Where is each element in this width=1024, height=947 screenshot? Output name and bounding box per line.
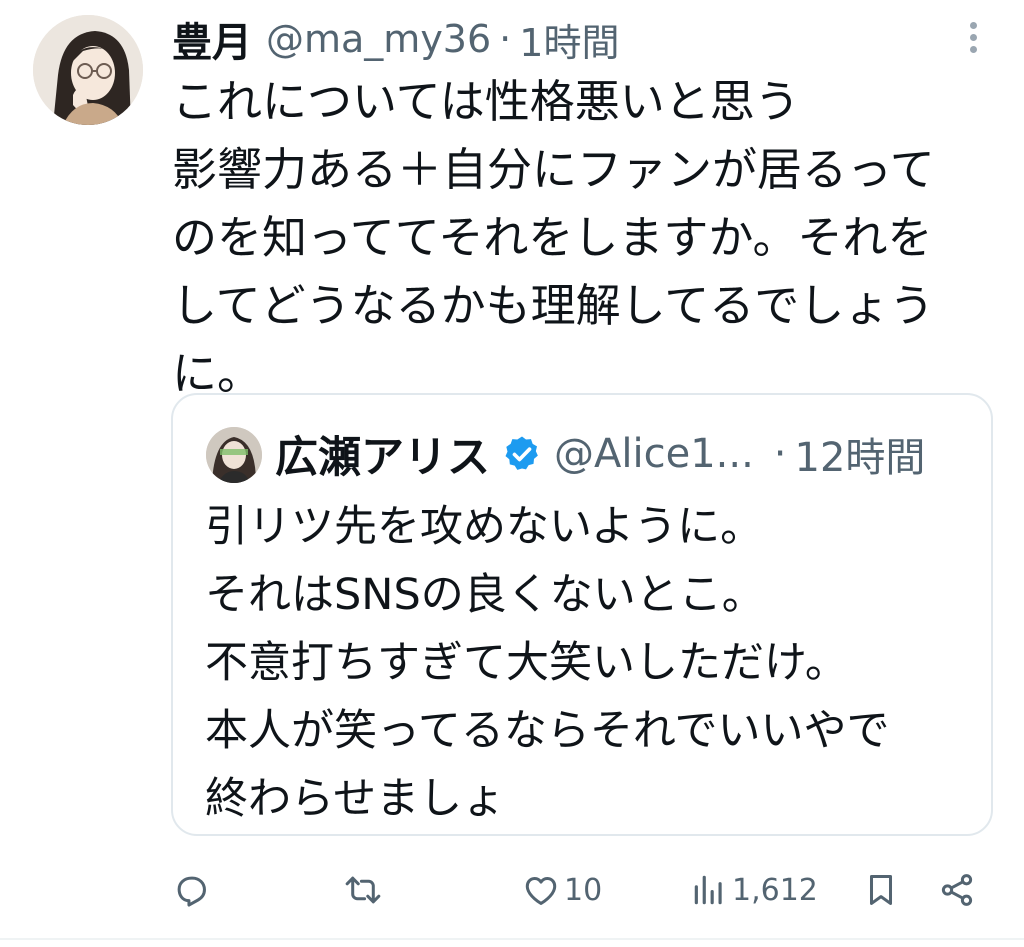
tweet-header: 豊月 @ma_my36 · 1時間 [172,10,619,68]
quoted-author-handle: @Alice1... [554,431,754,477]
header-separator: · [499,17,512,61]
author-handle[interactable]: @ma_my36 [266,17,491,61]
quoted-tweet-header: 広瀬アリス @Alice1... · 12時間 [275,421,925,487]
quoted-tweet[interactable]: 広瀬アリス @Alice1... · 12時間 引リツ先を攻めないように。 それ… [171,393,993,836]
tweet-text: これについては性格悪いと思う 影響力ある＋自分にファンが居るって のを知っててそ… [172,68,972,408]
like-button[interactable]: 10 [522,860,602,920]
quoted-text-line: それはSNSの良くないとこ。 [205,570,765,620]
share-icon [941,874,973,906]
heart-icon [525,876,557,905]
views-button[interactable]: 1,612 [690,860,818,920]
tweet-action-bar: 10 1,612 [0,860,1024,920]
tweet-text-line: 影響力ある＋自分にファンが居るって [172,143,935,196]
tweet-divider [0,938,1024,940]
tweet-text-line: これについては性格悪いと思う [172,75,800,128]
more-options-icon[interactable] [958,18,988,58]
retweet-button[interactable] [344,860,382,920]
author-avatar[interactable] [33,15,143,125]
views-icon [694,875,722,905]
quoted-text-line: 引リツ先を攻めないように。 [205,502,764,552]
verified-badge-icon [505,436,538,470]
reply-icon [177,876,206,907]
quoted-author-display-name: 広瀬アリス [275,433,490,483]
quoted-tweet-text: 引リツ先を攻めないように。 それはSNSの良くないとこ。 不意打ちすぎて大笑いし… [205,493,975,833]
reply-button[interactable] [172,860,210,920]
like-count: 10 [564,872,603,908]
quoted-header-separator: · [773,431,787,477]
quoted-tweet-timestamp: 12時間 [794,435,926,481]
views-count: 1,612 [732,872,818,908]
author-display-name[interactable]: 豊月 [172,10,252,68]
bookmark-icon [869,875,893,905]
tweet-text-line: してどうなるかも理解してるでしょう [172,279,935,332]
bookmark-button[interactable] [862,860,900,920]
retweet-icon [345,876,381,904]
tweet-timestamp[interactable]: 1時間 [519,12,619,67]
quoted-text-line: 終わらせましょ [205,774,506,824]
share-button[interactable] [938,860,976,920]
quoted-text-line: 本人が笑ってるならそれでいいやで [205,706,890,756]
tweet-card[interactable]: 豊月 @ma_my36 · 1時間 これについては性格悪いと思う 影響力ある＋自… [0,0,1024,947]
quoted-author-avatar [206,427,262,483]
tweet-text-line: のを知っててそれをしますか。それを [172,211,933,264]
quoted-text-line: 不意打ちすぎて大笑いしただけ。 [205,638,848,688]
